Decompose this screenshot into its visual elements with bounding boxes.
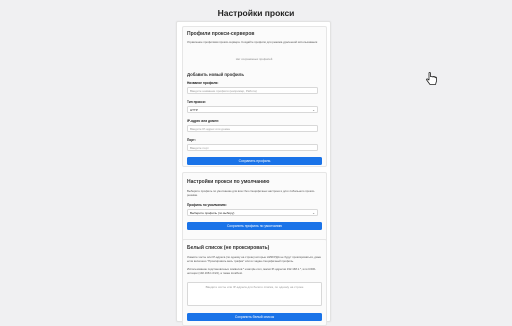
whitelist-card: Белый список (не проксировать) Укажите х… (182, 239, 327, 326)
default-profile-select[interactable]: Выберите профиль (по выбору) ⌄ (187, 209, 318, 216)
profiles-card: Профили прокси-серверов Управление профи… (182, 26, 327, 167)
profile-name-input[interactable]: Введите название профиля (например, Рабо… (187, 87, 318, 94)
proxy-type-label: Тип прокси: (187, 100, 206, 104)
port-label: Порт: (187, 138, 196, 142)
whitelist-hint: Использование подстановочных символов *.… (187, 267, 316, 275)
host-input[interactable]: Введите IP-адрес или домен (187, 125, 318, 132)
add-profile-title: Добавить новый профиль (187, 72, 244, 77)
whitelist-textarea[interactable]: Введите хосты или IP-адреса для белого с… (187, 282, 322, 306)
proxy-type-value: HTTP (190, 108, 198, 112)
profiles-description: Управление профилями прокси-сервера. Соз… (187, 40, 318, 44)
proxy-type-select[interactable]: HTTP ⌄ (187, 106, 318, 113)
default-settings-title: Настройки прокси по умолчанию (187, 179, 270, 185)
profiles-empty-message: Нет сохранённых профилей (235, 57, 273, 61)
settings-panel: Профили прокси-серверов Управление профи… (176, 21, 331, 326)
hand-pointer-icon (426, 72, 437, 85)
profile-name-label: Название профиля: (187, 81, 219, 85)
save-profile-button[interactable]: Сохранить профиль (187, 157, 322, 165)
default-profile-value: Выберите профиль (по выбору) (190, 211, 235, 215)
whitelist-title: Белый список (не проксировать) (187, 245, 270, 251)
chevron-down-icon: ⌄ (312, 108, 315, 112)
port-input[interactable]: Введите порт (187, 144, 318, 151)
save-default-profile-button[interactable]: Сохранить профиль по умолчанию (187, 222, 322, 230)
host-label: IP-адрес или домен: (187, 119, 220, 123)
default-profile-label: Профиль по умолчанию: (187, 203, 227, 207)
profiles-title: Профили прокси-серверов (187, 31, 255, 37)
chevron-down-icon: ⌄ (312, 211, 315, 215)
default-settings-description: Выберите профиль по умолчанию для всех б… (187, 189, 316, 197)
page-title: Настройки прокси (217, 8, 295, 18)
whitelist-description: Укажите хосты или IP-адреса (по одному н… (187, 255, 322, 263)
